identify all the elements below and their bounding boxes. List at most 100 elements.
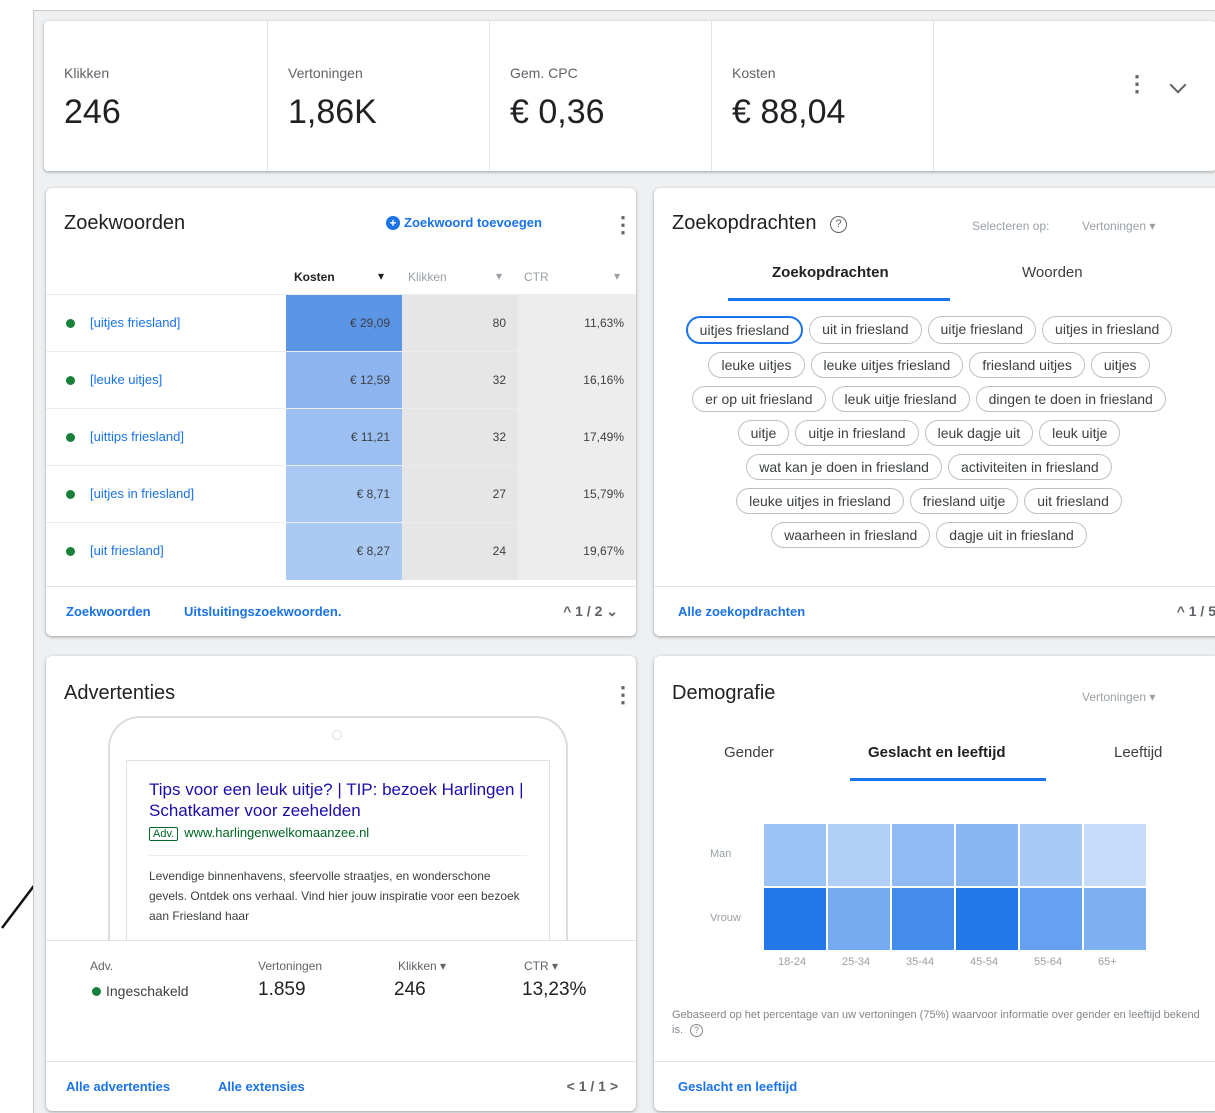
tab-search-queries[interactable]: Zoekopdrachten xyxy=(772,264,889,281)
search-query-chip[interactable]: leuk uitje xyxy=(1039,420,1121,446)
heatmap-cell[interactable] xyxy=(1020,824,1082,886)
table-row[interactable]: [uit friesland] € 8,27 24 19,67% xyxy=(46,522,636,580)
metric-label: Kosten xyxy=(732,65,776,81)
search-query-chip[interactable]: dingen te doen in friesland xyxy=(975,386,1166,412)
ad-ctr-value: 13,23% xyxy=(522,979,587,1000)
search-query-chip[interactable]: activiteiten in friesland xyxy=(947,454,1112,480)
heatmap-cell[interactable] xyxy=(892,824,954,886)
search-query-chip[interactable]: uitjes in friesland xyxy=(1042,316,1173,344)
heatmap-cell[interactable] xyxy=(764,888,826,950)
search-query-chip[interactable]: wat kan je doen in friesland xyxy=(746,454,942,480)
keyword-cost: € 29,09 xyxy=(286,295,402,352)
search-query-chip[interactable]: er op uit friesland xyxy=(692,386,826,412)
search-query-chip[interactable]: uit in friesland xyxy=(809,316,922,344)
search-query-chip[interactable]: uitje friesland xyxy=(927,316,1037,344)
keyword-ctr: 19,67% xyxy=(518,523,636,580)
search-query-chip[interactable]: leuke uitjes friesland xyxy=(810,352,964,378)
keywords-pager[interactable]: ^ 1 / 2 ⌄ xyxy=(563,603,618,620)
gender-and-age-link[interactable]: Geslacht en leeftijd xyxy=(678,1079,797,1094)
all-ads-link[interactable]: Alle advertenties xyxy=(66,1079,170,1094)
search-query-chip[interactable]: leuk dagje uit xyxy=(924,420,1034,446)
add-keyword-label: Zoekwoord toevoegen xyxy=(404,215,542,230)
select-by-value: Vertoningen xyxy=(1082,219,1147,233)
keyword-cost: € 11,21 xyxy=(286,409,402,466)
keyword-name[interactable]: [uitjes in friesland] xyxy=(90,486,194,501)
search-query-chip[interactable]: waarheen in friesland xyxy=(771,522,931,548)
chevron-down-icon[interactable] xyxy=(1169,76,1187,94)
heatmap-cell[interactable] xyxy=(892,888,954,950)
negative-keywords-link[interactable]: Uitsluitingszoekwoorden. xyxy=(184,604,341,619)
keyword-clicks: 32 xyxy=(402,352,518,409)
table-row[interactable]: [leuke uitjes] € 12,59 32 16,16% xyxy=(46,351,636,409)
search-query-chip[interactable]: leuke uitjes xyxy=(708,352,805,378)
ads-footer: Alle advertenties Alle extensies < 1 / 1… xyxy=(46,1061,636,1111)
more-options-icon[interactable]: ⋮ xyxy=(612,682,634,708)
keywords-card: Zoekwoorden + Zoekwoord toevoegen ⋮ Koste… xyxy=(46,188,636,636)
keyword-ctr: 16,16% xyxy=(518,352,636,409)
heatmap-cell[interactable] xyxy=(828,888,890,950)
search-query-chip[interactable]: friesland uitjes xyxy=(969,352,1085,378)
status-enabled-icon xyxy=(66,433,75,442)
dropdown-arrow-icon: ▾ xyxy=(1149,219,1156,233)
keyword-ctr: 17,49% xyxy=(518,409,636,466)
help-icon[interactable]: ? xyxy=(690,1024,704,1037)
column-header-ctr[interactable]: CTR ▾ xyxy=(518,264,636,296)
stat-label-clicks[interactable]: Klikken ▾ xyxy=(398,959,446,973)
search-query-chip[interactable]: friesland uitje xyxy=(909,488,1019,514)
search-query-chip[interactable]: dagje uit in friesland xyxy=(936,522,1087,548)
heatmap-cell[interactable] xyxy=(828,824,890,886)
sort-desc-icon: ▾ xyxy=(440,959,447,973)
stat-label-ctr[interactable]: CTR ▾ xyxy=(524,959,558,973)
heatmap-cell[interactable] xyxy=(956,824,1018,886)
more-options-icon[interactable]: ⋮ xyxy=(612,212,634,238)
heatmap-age-label: 65+ xyxy=(1098,956,1117,968)
metric-impressions[interactable]: Vertoningen 1,86K xyxy=(268,21,490,171)
ad-description: Levendige binnenhavens, sfeervolle straa… xyxy=(149,855,527,926)
heatmap-cell[interactable] xyxy=(1084,824,1146,886)
ad-headline[interactable]: Tips voor een leuk uitje? | TIP: bezoek … xyxy=(149,779,527,821)
search-queries-pager[interactable]: ^ 1 / 5 xyxy=(1177,603,1215,619)
help-icon[interactable]: ? xyxy=(830,216,848,233)
tab-words[interactable]: Woorden xyxy=(1022,264,1083,281)
keywords-title: Zoekwoorden xyxy=(64,212,186,234)
table-row[interactable]: [uitjes friesland] € 29,09 80 11,63% xyxy=(46,294,636,352)
search-query-chip[interactable]: uit friesland xyxy=(1024,488,1122,514)
all-search-queries-link[interactable]: Alle zoekopdrachten xyxy=(678,604,805,619)
search-query-chip[interactable]: uitje in friesland xyxy=(795,420,919,446)
heatmap-cell[interactable] xyxy=(956,888,1018,950)
heatmap-row-label: Man xyxy=(710,848,732,860)
search-query-chip[interactable]: uitjes friesland xyxy=(685,316,804,344)
ad-clicks-value: 246 xyxy=(394,979,426,1000)
ad-preview[interactable]: Tips voor een leuk uitje? | TIP: bezoek … xyxy=(126,760,550,950)
keyword-name[interactable]: [leuke uitjes] xyxy=(90,372,162,387)
ads-title: Advertenties xyxy=(64,682,176,704)
search-query-chip[interactable]: uitje xyxy=(737,420,790,446)
table-row[interactable]: [uittips friesland] € 11,21 32 17,49% xyxy=(46,408,636,466)
table-row[interactable]: [uitjes in friesland] € 8,71 27 15,79% xyxy=(46,465,636,523)
status-enabled-icon xyxy=(66,490,75,499)
metric-avg-cpc[interactable]: Gem. CPC € 0,36 xyxy=(490,21,712,171)
heatmap-cell[interactable] xyxy=(1084,888,1146,950)
metric-clicks[interactable]: Klikken 246 xyxy=(44,21,268,171)
sort-desc-icon: ▾ xyxy=(378,269,385,283)
ads-pager[interactable]: < 1 / 1 > xyxy=(567,1078,618,1094)
heatmap-cell[interactable] xyxy=(764,824,826,886)
keyword-name[interactable]: [uittips friesland] xyxy=(90,429,184,444)
more-options-icon[interactable]: ⋮ xyxy=(1126,71,1148,97)
keyword-name[interactable]: [uit friesland] xyxy=(90,543,164,558)
search-query-chip[interactable]: uitjes xyxy=(1090,352,1150,378)
keywords-link[interactable]: Zoekwoorden xyxy=(66,604,151,619)
status-enabled-icon xyxy=(66,376,75,385)
add-keyword-button[interactable]: + Zoekwoord toevoegen xyxy=(386,215,542,230)
column-header-cost[interactable]: Kosten ▾ xyxy=(286,264,402,296)
search-query-chip[interactable]: leuke uitjes in friesland xyxy=(736,488,904,514)
phone-camera-icon xyxy=(332,730,342,740)
add-circle-icon: + xyxy=(386,216,400,230)
all-extensions-link[interactable]: Alle extensies xyxy=(218,1079,305,1094)
column-header-clicks[interactable]: Klikken ▾ xyxy=(402,264,518,296)
heatmap-cell[interactable] xyxy=(1020,888,1082,950)
metric-cost[interactable]: Kosten € 88,04 xyxy=(712,21,934,171)
select-by-dropdown[interactable]: Vertoningen ▾ xyxy=(1082,219,1155,233)
keyword-name[interactable]: [uitjes friesland] xyxy=(90,315,180,330)
search-query-chip[interactable]: leuk uitje friesland xyxy=(831,386,970,412)
